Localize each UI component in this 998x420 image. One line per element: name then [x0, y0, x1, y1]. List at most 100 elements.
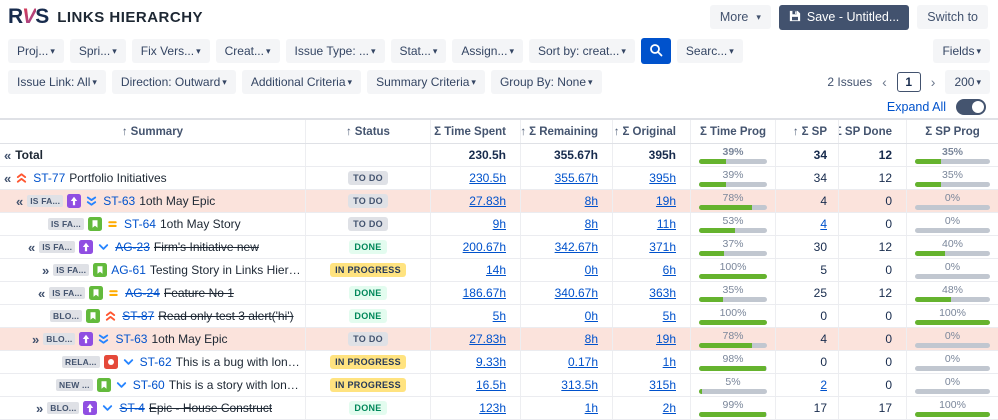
- column-header[interactable]: ↑ Σ Original: [612, 120, 690, 143]
- story-icon: [93, 263, 108, 277]
- search-button[interactable]: [640, 38, 671, 64]
- story-points-progress-cell: 0%: [906, 351, 998, 373]
- issue-key-link[interactable]: ST-4: [119, 401, 144, 415]
- issue-summary: This is a story with long text...: [168, 378, 301, 392]
- status-badge: DONE: [349, 309, 387, 323]
- progress-percent: 100%: [939, 398, 966, 411]
- column-header[interactable]: ↑Σ Time Spent: [430, 120, 520, 143]
- table-row[interactable]: IS FA... ST-64 1oth May Story TO DO 9h 8h 11h 5…: [0, 213, 998, 236]
- issue-key-link[interactable]: AG-61: [111, 263, 146, 277]
- criteria-dropdown[interactable]: Group By: None ▾: [490, 70, 602, 94]
- issue-key-link[interactable]: ST-63: [103, 194, 135, 208]
- progress-percent: 5%: [725, 375, 741, 388]
- time-original-cell: 19h: [612, 190, 690, 212]
- table-row[interactable]: «ST-77 Portfolio Initiatives TO DO 230.5h 35…: [0, 167, 998, 190]
- sort-ascending-icon: ↑: [121, 125, 128, 138]
- criteria-dropdown[interactable]: Additional Criteria ▾: [241, 70, 362, 94]
- more-button[interactable]: More ▾: [709, 5, 771, 29]
- progress-percent: 98%: [722, 352, 744, 365]
- app-logo: RVS: [8, 5, 49, 29]
- progress-bar: [699, 204, 767, 210]
- switch-to-button[interactable]: Switch to: [917, 5, 988, 29]
- table-row[interactable]: « IS FA... AG-23 Firm's Initiative new DONE 2…: [0, 236, 998, 259]
- chevron-down-icon: ▾: [196, 45, 201, 56]
- story-points-done-cell: 0: [838, 328, 906, 350]
- table-row[interactable]: » IS FA... AG-61 Testing Story in Links Hie…: [0, 259, 998, 282]
- pager-current-page[interactable]: 1: [896, 72, 921, 92]
- story-points-progress-cell: 100%: [906, 305, 998, 327]
- progress-percent: 35%: [941, 145, 963, 158]
- story-points-cell: 25: [775, 282, 838, 304]
- expand-arrow-icon[interactable]: »: [42, 263, 49, 278]
- search-dropdown[interactable]: Searc... ▾: [676, 39, 743, 63]
- epic-icon: [79, 332, 94, 346]
- progress-bar: [915, 296, 990, 302]
- collapse-arrow-icon[interactable]: «: [28, 240, 35, 255]
- column-header[interactable]: Σ SP Prog: [906, 120, 998, 143]
- filter-dropdown[interactable]: Fix Vers... ▾: [131, 39, 210, 63]
- table-row[interactable]: « IS FA... ST-63 1oth May Epic TO DO 27.83h 8h…: [0, 190, 998, 213]
- time-remaining-cell: 0h: [520, 259, 612, 281]
- time-original-cell: 11h: [612, 213, 690, 235]
- column-header[interactable]: ↑ Summary: [0, 126, 305, 138]
- issue-key-link[interactable]: AG-23: [115, 240, 150, 254]
- issue-key-link[interactable]: AG-24: [125, 286, 160, 300]
- expand-arrow-icon[interactable]: »: [36, 401, 43, 416]
- column-header[interactable]: Σ Time Prog: [690, 120, 775, 143]
- criteria-dropdown[interactable]: Issue Link: All ▾: [8, 70, 106, 94]
- filter-dropdown[interactable]: Issue Type: ... ▾: [285, 39, 385, 63]
- link-type-badge: IS FA...: [49, 287, 86, 299]
- progress-bar: [699, 273, 767, 279]
- table-row[interactable]: « IS FA... AG-24 Feature No 1 DONE 186.67h 340…: [0, 282, 998, 305]
- criteria-dropdown[interactable]: Direction: Outward ▾: [111, 70, 236, 94]
- filter-dropdown[interactable]: Assign... ▾: [452, 39, 523, 63]
- page-size-select[interactable]: 200 ▾: [945, 70, 990, 94]
- filter-dropdown[interactable]: Proj... ▾: [8, 39, 64, 63]
- filter-dropdown[interactable]: Stat... ▾: [390, 39, 447, 63]
- status-badge: TO DO: [348, 194, 388, 208]
- table-row[interactable]: » BLO... ST-4 Epic - House Construct DONE 123…: [0, 397, 998, 420]
- issue-key-link[interactable]: ST-87: [122, 309, 154, 323]
- collapse-arrow-icon[interactable]: «: [4, 148, 11, 163]
- column-header[interactable]: ↑ Σ Remaining: [520, 120, 612, 143]
- table-row[interactable]: » BLO... ST-63 1oth May Epic TO DO 27.83h 8h 19…: [0, 328, 998, 351]
- expand-all-link[interactable]: Expand All: [887, 100, 946, 114]
- view-toggle[interactable]: [956, 99, 986, 115]
- filter-dropdown[interactable]: Spri... ▾: [69, 39, 126, 63]
- column-header[interactable]: ↑Σ SP Done: [838, 120, 906, 143]
- status-cell: DONE: [305, 305, 430, 327]
- link-type-badge: NEW ...: [56, 379, 93, 391]
- issue-key-link[interactable]: ST-63: [115, 332, 147, 346]
- issue-key-link[interactable]: ST-62: [140, 355, 172, 369]
- table-row[interactable]: BLO... ST-87 Read only test 3 alert('hi') D…: [0, 305, 998, 328]
- column-header[interactable]: ↑ Σ SP: [775, 120, 838, 143]
- summary-cell: NEW ... ST-60This is a story with long te…: [0, 374, 305, 396]
- filter-dropdown[interactable]: Sort by: creat... ▾: [528, 39, 635, 63]
- save-button[interactable]: Save - Untitled...: [778, 4, 910, 30]
- app-header: RVS Links Hierarchy More ▾ Save - Untitle…: [0, 0, 998, 32]
- issue-key-link[interactable]: ST-64: [124, 217, 156, 231]
- criteria-dropdown[interactable]: Summary Criteria ▾: [367, 70, 485, 94]
- progress-percent: 0%: [944, 352, 961, 365]
- collapse-arrow-icon[interactable]: «: [38, 286, 45, 301]
- link-type-badge: BLO...: [47, 402, 80, 414]
- time-spent-cell: 27.83h: [430, 190, 520, 212]
- progress-bar: [915, 204, 990, 210]
- issue-summary: Portfolio Initiatives: [69, 171, 167, 185]
- issue-key-link[interactable]: ST-60: [133, 378, 165, 392]
- filter-dropdown[interactable]: Creat... ▾: [215, 39, 280, 63]
- progress-bar: [699, 250, 767, 256]
- issue-key-link[interactable]: ST-77: [33, 171, 65, 185]
- expand-arrow-icon[interactable]: »: [32, 332, 39, 347]
- pager-next[interactable]: ›: [927, 74, 940, 90]
- pager-prev[interactable]: ‹: [878, 74, 891, 90]
- table-row[interactable]: NEW ... ST-60This is a story with long te…: [0, 374, 998, 397]
- fields-button[interactable]: Fields ▾: [933, 39, 990, 63]
- collapse-arrow-icon[interactable]: «: [4, 171, 11, 186]
- total-row[interactable]: « Total 230.5h 355.67h 395h 39% 34 12 35%: [0, 144, 998, 167]
- story-points-cell: 0: [775, 305, 838, 327]
- progress-bar: [915, 158, 990, 164]
- column-header[interactable]: ↑ Status: [305, 120, 430, 143]
- collapse-arrow-icon[interactable]: «: [16, 194, 23, 209]
- table-row[interactable]: RELA... ST-62This is a bug with long text…: [0, 351, 998, 374]
